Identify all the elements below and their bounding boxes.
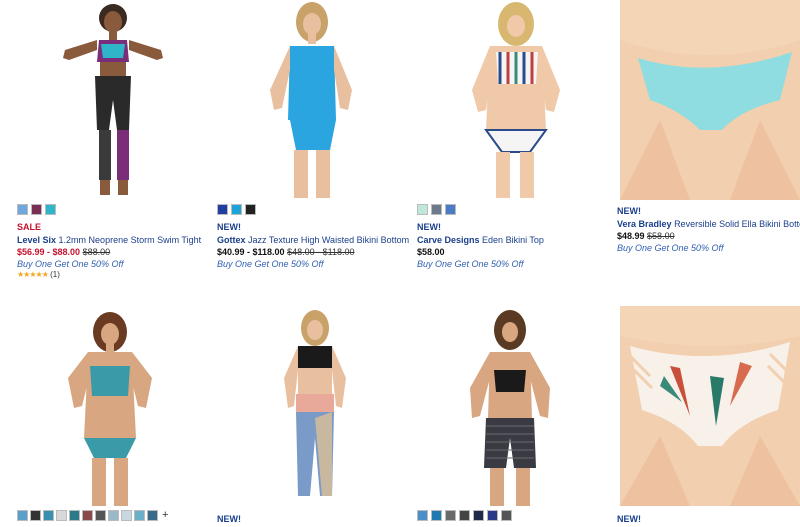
swatch[interactable] [134,510,145,521]
product-price: $56.99 - $88.00 $88.00 [17,247,110,257]
product-title: 1.2mm Neoprene Storm Swim Tight [58,235,202,245]
swatch[interactable] [445,204,456,215]
swatch[interactable] [245,204,256,215]
swatch[interactable] [501,510,512,521]
rating-count: (1) [50,270,60,279]
color-swatches [417,204,456,215]
rating[interactable]: ★★★★★ (1) [17,270,60,279]
product-image[interactable] [55,0,175,200]
swatch[interactable] [31,204,42,215]
swatch[interactable] [17,204,28,215]
product-image[interactable] [460,0,570,200]
product-title: Reversible Solid Ella Bikini Bottom [674,219,800,229]
product-card[interactable]: NEW! [200,300,390,527]
original-price: $48.00 - $118.00 [287,247,355,257]
sale-price: $40.99 - $118.00 [217,247,285,257]
promo-text[interactable]: Buy One Get One 50% Off [17,259,124,269]
color-swatches [17,204,56,215]
new-badge: NEW! [217,222,241,232]
product-title: Eden Bikini Top [482,235,544,245]
swatch[interactable] [30,510,41,521]
product-card[interactable]: NEW! Carve Designs Eden Bikini Top $58.0… [400,0,590,290]
new-badge: NEW! [417,222,441,232]
sale-price: $56.99 - $88.00 [17,247,81,257]
swatch[interactable] [56,510,67,521]
original-price: $88.00 [82,247,111,257]
product-image[interactable] [620,0,800,200]
product-name[interactable]: Carve Designs Eden Bikini Top [417,235,544,245]
product-card[interactable] [400,300,590,527]
product-brand: Vera Bradley [617,219,672,229]
swatch[interactable] [43,510,54,521]
new-badge: NEW! [617,206,641,216]
product-card[interactable]: NEW! Gottex Jazz Texture High Waisted Bi… [200,0,409,290]
product-image[interactable] [260,0,360,200]
swatch[interactable] [473,510,484,521]
product-card[interactable]: NEW! [600,300,800,527]
product-brand: Level Six [17,235,57,245]
promo-text[interactable]: Buy One Get One 50% Off [417,259,524,269]
sale-price: $48.99 [617,231,645,241]
swatch[interactable] [417,510,428,521]
product-title: Jazz Texture High Waisted Bikini Bottom [248,235,410,245]
product-image[interactable] [460,308,560,508]
swatch[interactable] [95,510,106,521]
product-price: $58.00 [417,247,445,257]
swatch[interactable] [108,510,119,521]
sale-badge: SALE [17,222,42,232]
swatch[interactable] [69,510,80,521]
product-price: $40.99 - $118.00 $48.00 - $118.00 [217,247,354,257]
color-swatches: + [17,510,168,521]
new-badge: NEW! [617,514,641,524]
new-badge: NEW! [217,514,241,524]
promo-text[interactable]: Buy One Get One 50% Off [217,259,324,269]
swatch[interactable] [445,510,456,521]
more-swatches-button[interactable]: + [162,510,168,521]
product-card[interactable]: + [0,300,190,527]
product-name[interactable]: Vera Bradley Reversible Solid Ella Bikin… [617,219,800,229]
color-swatches [217,204,256,215]
swatch[interactable] [459,510,470,521]
product-price: $48.99 $58.00 [617,231,675,241]
swatch[interactable] [487,510,498,521]
product-card[interactable]: NEW! Vera Bradley Reversible Solid Ella … [600,0,800,290]
swatch[interactable] [231,204,242,215]
star-rating-icon: ★★★★★ [17,270,49,279]
swatch[interactable] [217,204,228,215]
product-card[interactable]: SALE Level Six 1.2mm Neoprene Storm Swim… [0,0,201,290]
swatch[interactable] [82,510,93,521]
product-image[interactable] [620,306,800,506]
product-image[interactable] [270,308,360,508]
price: $58.00 [417,247,445,257]
swatch[interactable] [431,204,442,215]
swatch[interactable] [17,510,28,521]
product-name[interactable]: Gottex Jazz Texture High Waisted Bikini … [217,235,409,245]
product-brand: Gottex [217,235,246,245]
product-image[interactable] [60,308,160,508]
promo-text[interactable]: Buy One Get One 50% Off [617,243,724,253]
swatch[interactable] [45,204,56,215]
swatch[interactable] [121,510,132,521]
swatch[interactable] [431,510,442,521]
product-name[interactable]: Level Six 1.2mm Neoprene Storm Swim Tigh… [17,235,201,245]
swatch[interactable] [417,204,428,215]
swatch[interactable] [147,510,158,521]
product-brand: Carve Designs [417,235,480,245]
color-swatches [417,510,512,521]
original-price: $58.00 [647,231,675,241]
